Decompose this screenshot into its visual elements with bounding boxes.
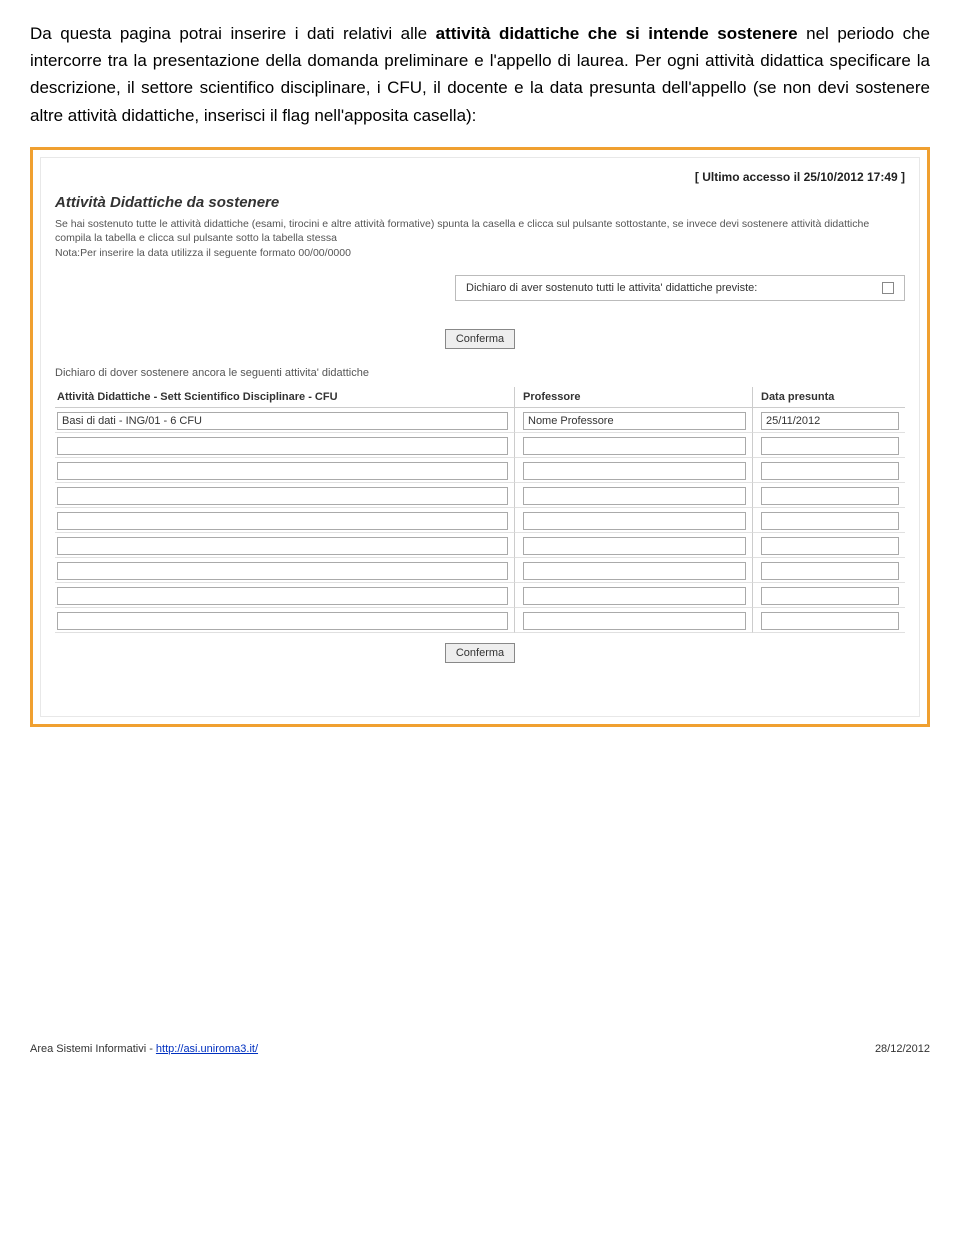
input-attivita[interactable] bbox=[57, 587, 508, 605]
table-row bbox=[55, 533, 905, 558]
input-data-presunta[interactable] bbox=[761, 537, 899, 555]
table-row bbox=[55, 508, 905, 533]
table-row bbox=[55, 433, 905, 458]
input-data-presunta[interactable] bbox=[761, 462, 899, 480]
intro-text-1a: Da questa pagina potrai inserire i dati … bbox=[30, 24, 436, 43]
confirm-button-top[interactable]: Conferma bbox=[445, 329, 515, 349]
input-professore[interactable] bbox=[523, 412, 746, 430]
declare-pending-label: Dichiaro di dover sostenere ancora le se… bbox=[55, 367, 905, 379]
input-professore[interactable] bbox=[523, 487, 746, 505]
input-professore[interactable] bbox=[523, 612, 746, 630]
input-data-presunta[interactable] bbox=[761, 487, 899, 505]
input-attivita[interactable] bbox=[57, 437, 508, 455]
panel-outer: [ Ultimo accesso il 25/10/2012 17:49 ] A… bbox=[30, 147, 930, 727]
confirm-button-bottom[interactable]: Conferma bbox=[445, 643, 515, 663]
table-row bbox=[55, 558, 905, 583]
instructions-block: Se hai sostenuto tutte le attività didat… bbox=[55, 217, 905, 261]
table-row bbox=[55, 483, 905, 508]
input-data-presunta[interactable] bbox=[761, 412, 899, 430]
footer-left: Area Sistemi Informativi - http://asi.un… bbox=[30, 1043, 258, 1055]
input-data-presunta[interactable] bbox=[761, 437, 899, 455]
table-row bbox=[55, 408, 905, 433]
table-row bbox=[55, 458, 905, 483]
intro-text-1b: attività didattiche che si intende soste… bbox=[436, 24, 798, 43]
input-professore[interactable] bbox=[523, 587, 746, 605]
input-professore[interactable] bbox=[523, 437, 746, 455]
instructions-line1: Se hai sostenuto tutte le attività didat… bbox=[55, 217, 905, 246]
declare-done-box: Dichiaro di aver sostenuto tutti le atti… bbox=[455, 275, 905, 301]
instructions-line2: Nota:Per inserire la data utilizza il se… bbox=[55, 246, 905, 261]
last-access-label: [ Ultimo accesso il 25/10/2012 17:49 ] bbox=[55, 170, 905, 184]
intro-paragraphs: Da questa pagina potrai inserire i dati … bbox=[30, 20, 930, 129]
table-header-row: Attività Didattiche - Sett Scientifico D… bbox=[55, 387, 905, 408]
input-attivita[interactable] bbox=[57, 412, 508, 430]
input-data-presunta[interactable] bbox=[761, 512, 899, 530]
input-data-presunta[interactable] bbox=[761, 612, 899, 630]
footer-right: 28/12/2012 bbox=[875, 1043, 930, 1055]
table-row bbox=[55, 583, 905, 608]
input-attivita[interactable] bbox=[57, 487, 508, 505]
footer-left-prefix: Area Sistemi Informativi - bbox=[30, 1043, 156, 1055]
input-professore[interactable] bbox=[523, 537, 746, 555]
section-title: Attività Didattiche da sostenere bbox=[55, 194, 905, 211]
page-footer: Area Sistemi Informativi - http://asi.un… bbox=[0, 1037, 960, 1069]
footer-link[interactable]: http://asi.uniroma3.it/ bbox=[156, 1043, 258, 1055]
input-attivita[interactable] bbox=[57, 512, 508, 530]
input-attivita[interactable] bbox=[57, 612, 508, 630]
header-data-presunta: Data presunta bbox=[752, 387, 905, 408]
table-row bbox=[55, 608, 905, 633]
activities-table: Attività Didattiche - Sett Scientifico D… bbox=[55, 387, 905, 633]
input-professore[interactable] bbox=[523, 562, 746, 580]
input-attivita[interactable] bbox=[57, 562, 508, 580]
header-professore: Professore bbox=[514, 387, 752, 408]
declare-done-checkbox[interactable] bbox=[882, 282, 894, 294]
input-professore[interactable] bbox=[523, 462, 746, 480]
input-attivita[interactable] bbox=[57, 537, 508, 555]
input-data-presunta[interactable] bbox=[761, 587, 899, 605]
declare-done-label: Dichiaro di aver sostenuto tutti le atti… bbox=[466, 282, 757, 294]
panel-inner: [ Ultimo accesso il 25/10/2012 17:49 ] A… bbox=[40, 157, 920, 717]
input-data-presunta[interactable] bbox=[761, 562, 899, 580]
input-professore[interactable] bbox=[523, 512, 746, 530]
header-attivita: Attività Didattiche - Sett Scientifico D… bbox=[55, 387, 514, 408]
input-attivita[interactable] bbox=[57, 462, 508, 480]
